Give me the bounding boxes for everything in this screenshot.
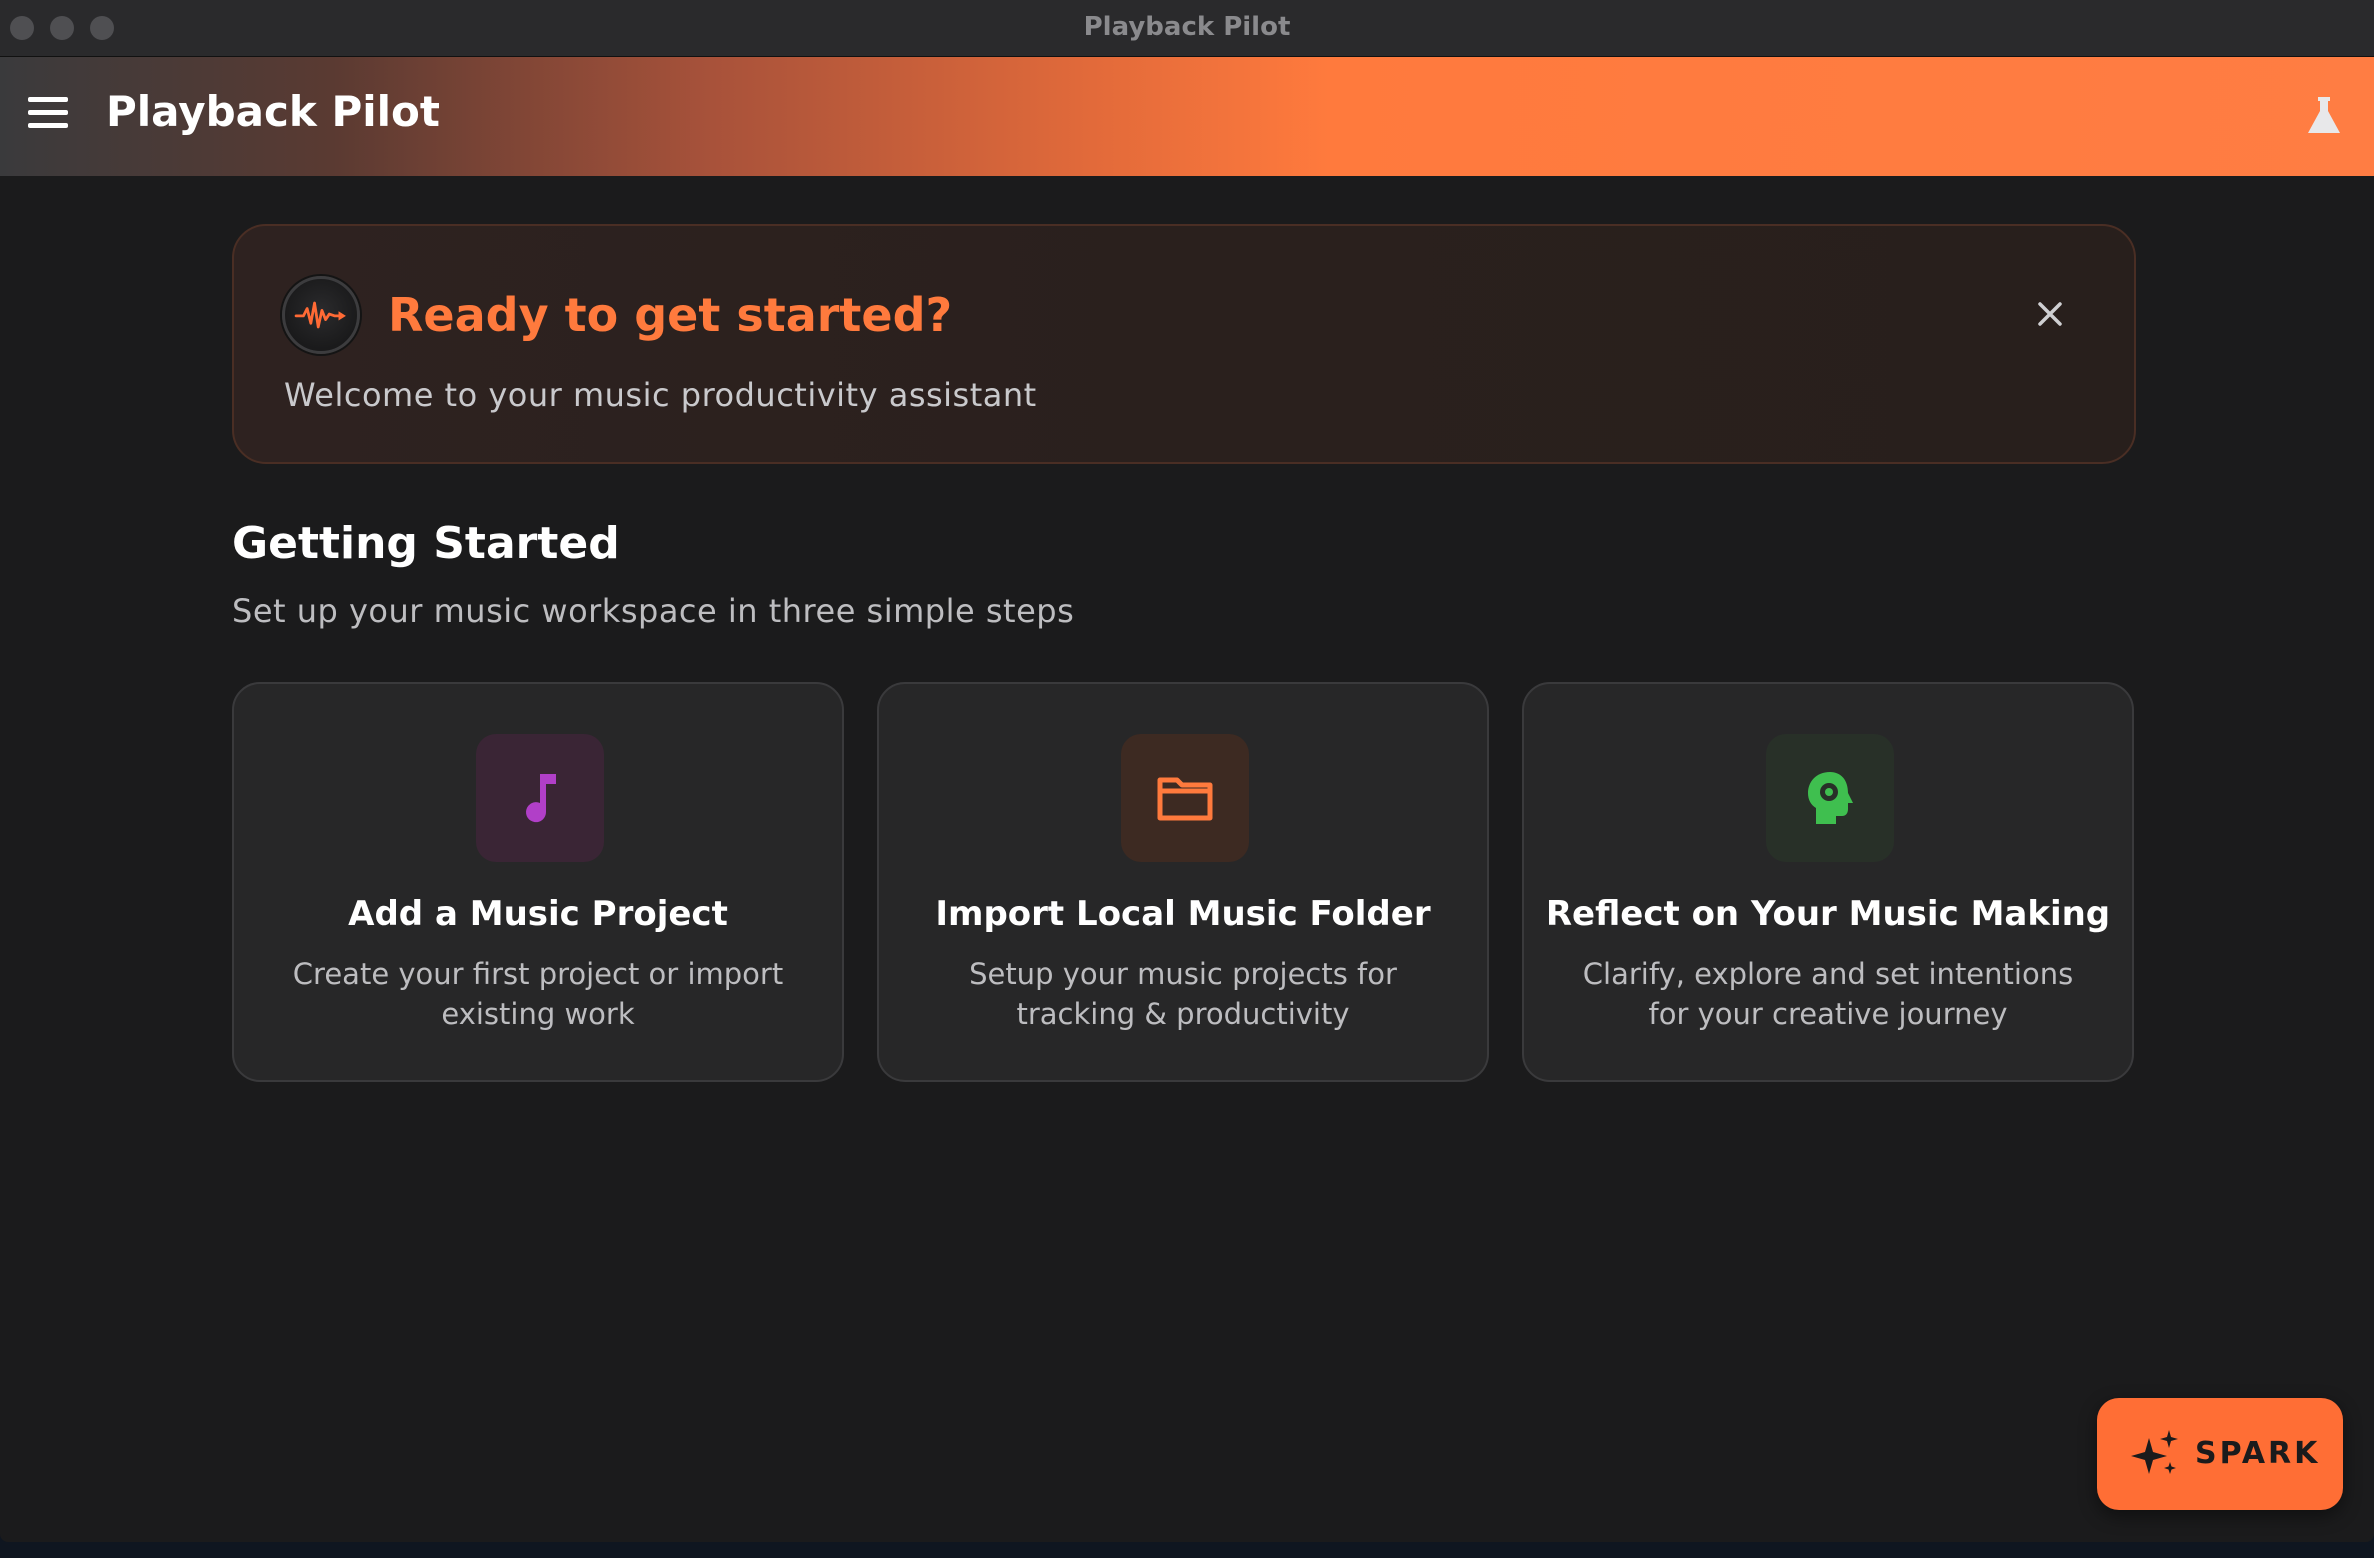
window-title: Playback Pilot — [1083, 12, 1291, 42]
card-title: Reflect on Your Music Making — [1545, 894, 2111, 934]
section-subtitle: Set up your music workspace in three sim… — [232, 592, 1075, 630]
hamburger-menu-icon[interactable] — [28, 97, 70, 131]
spark-button[interactable]: SPARK — [2097, 1398, 2343, 1510]
section-title: Getting Started — [232, 518, 620, 569]
banner-title: Ready to get started? — [388, 288, 953, 342]
card-icon-container — [1121, 734, 1249, 862]
app-bar: Playback Pilot — [0, 57, 2374, 176]
banner-subtitle: Welcome to your music productivity assis… — [284, 376, 1037, 414]
card-description: Create your first project or import exis… — [292, 957, 784, 1031]
music-note-icon — [526, 774, 556, 823]
sparkle-icon — [2131, 1430, 2178, 1474]
app-title: Playback Pilot — [106, 87, 440, 136]
waveform-logo-icon — [282, 276, 360, 354]
card-icon-container — [1766, 734, 1894, 862]
app-window: Playback Pilot Playback Pilot Ready to g… — [0, 0, 2374, 1542]
card-title: Add a Music Project — [348, 894, 728, 934]
reflect-music-making-card[interactable]: Reflect on Your Music Making Clarify, ex… — [1522, 682, 2134, 1082]
add-music-project-card[interactable]: Add a Music Project Create your first pr… — [232, 682, 844, 1082]
card-description: Clarify, explore and set intentions for … — [1582, 957, 2074, 1031]
close-icon[interactable] — [2032, 296, 2068, 332]
spark-label: SPARK — [2195, 1436, 2321, 1471]
card-description: Setup your music projects for tracking &… — [969, 957, 1397, 1031]
window-titlebar: Playback Pilot — [0, 0, 2374, 57]
head-gear-icon — [1808, 772, 1853, 824]
folder-icon — [1157, 777, 1213, 821]
card-icon-container — [476, 734, 604, 862]
card-title: Import Local Music Folder — [935, 894, 1431, 934]
flask-icon[interactable] — [2304, 93, 2344, 137]
import-local-music-folder-card[interactable]: Import Local Music Folder Setup your mus… — [877, 682, 1489, 1082]
welcome-banner: Ready to get started? Welcome to your mu… — [232, 224, 2136, 464]
